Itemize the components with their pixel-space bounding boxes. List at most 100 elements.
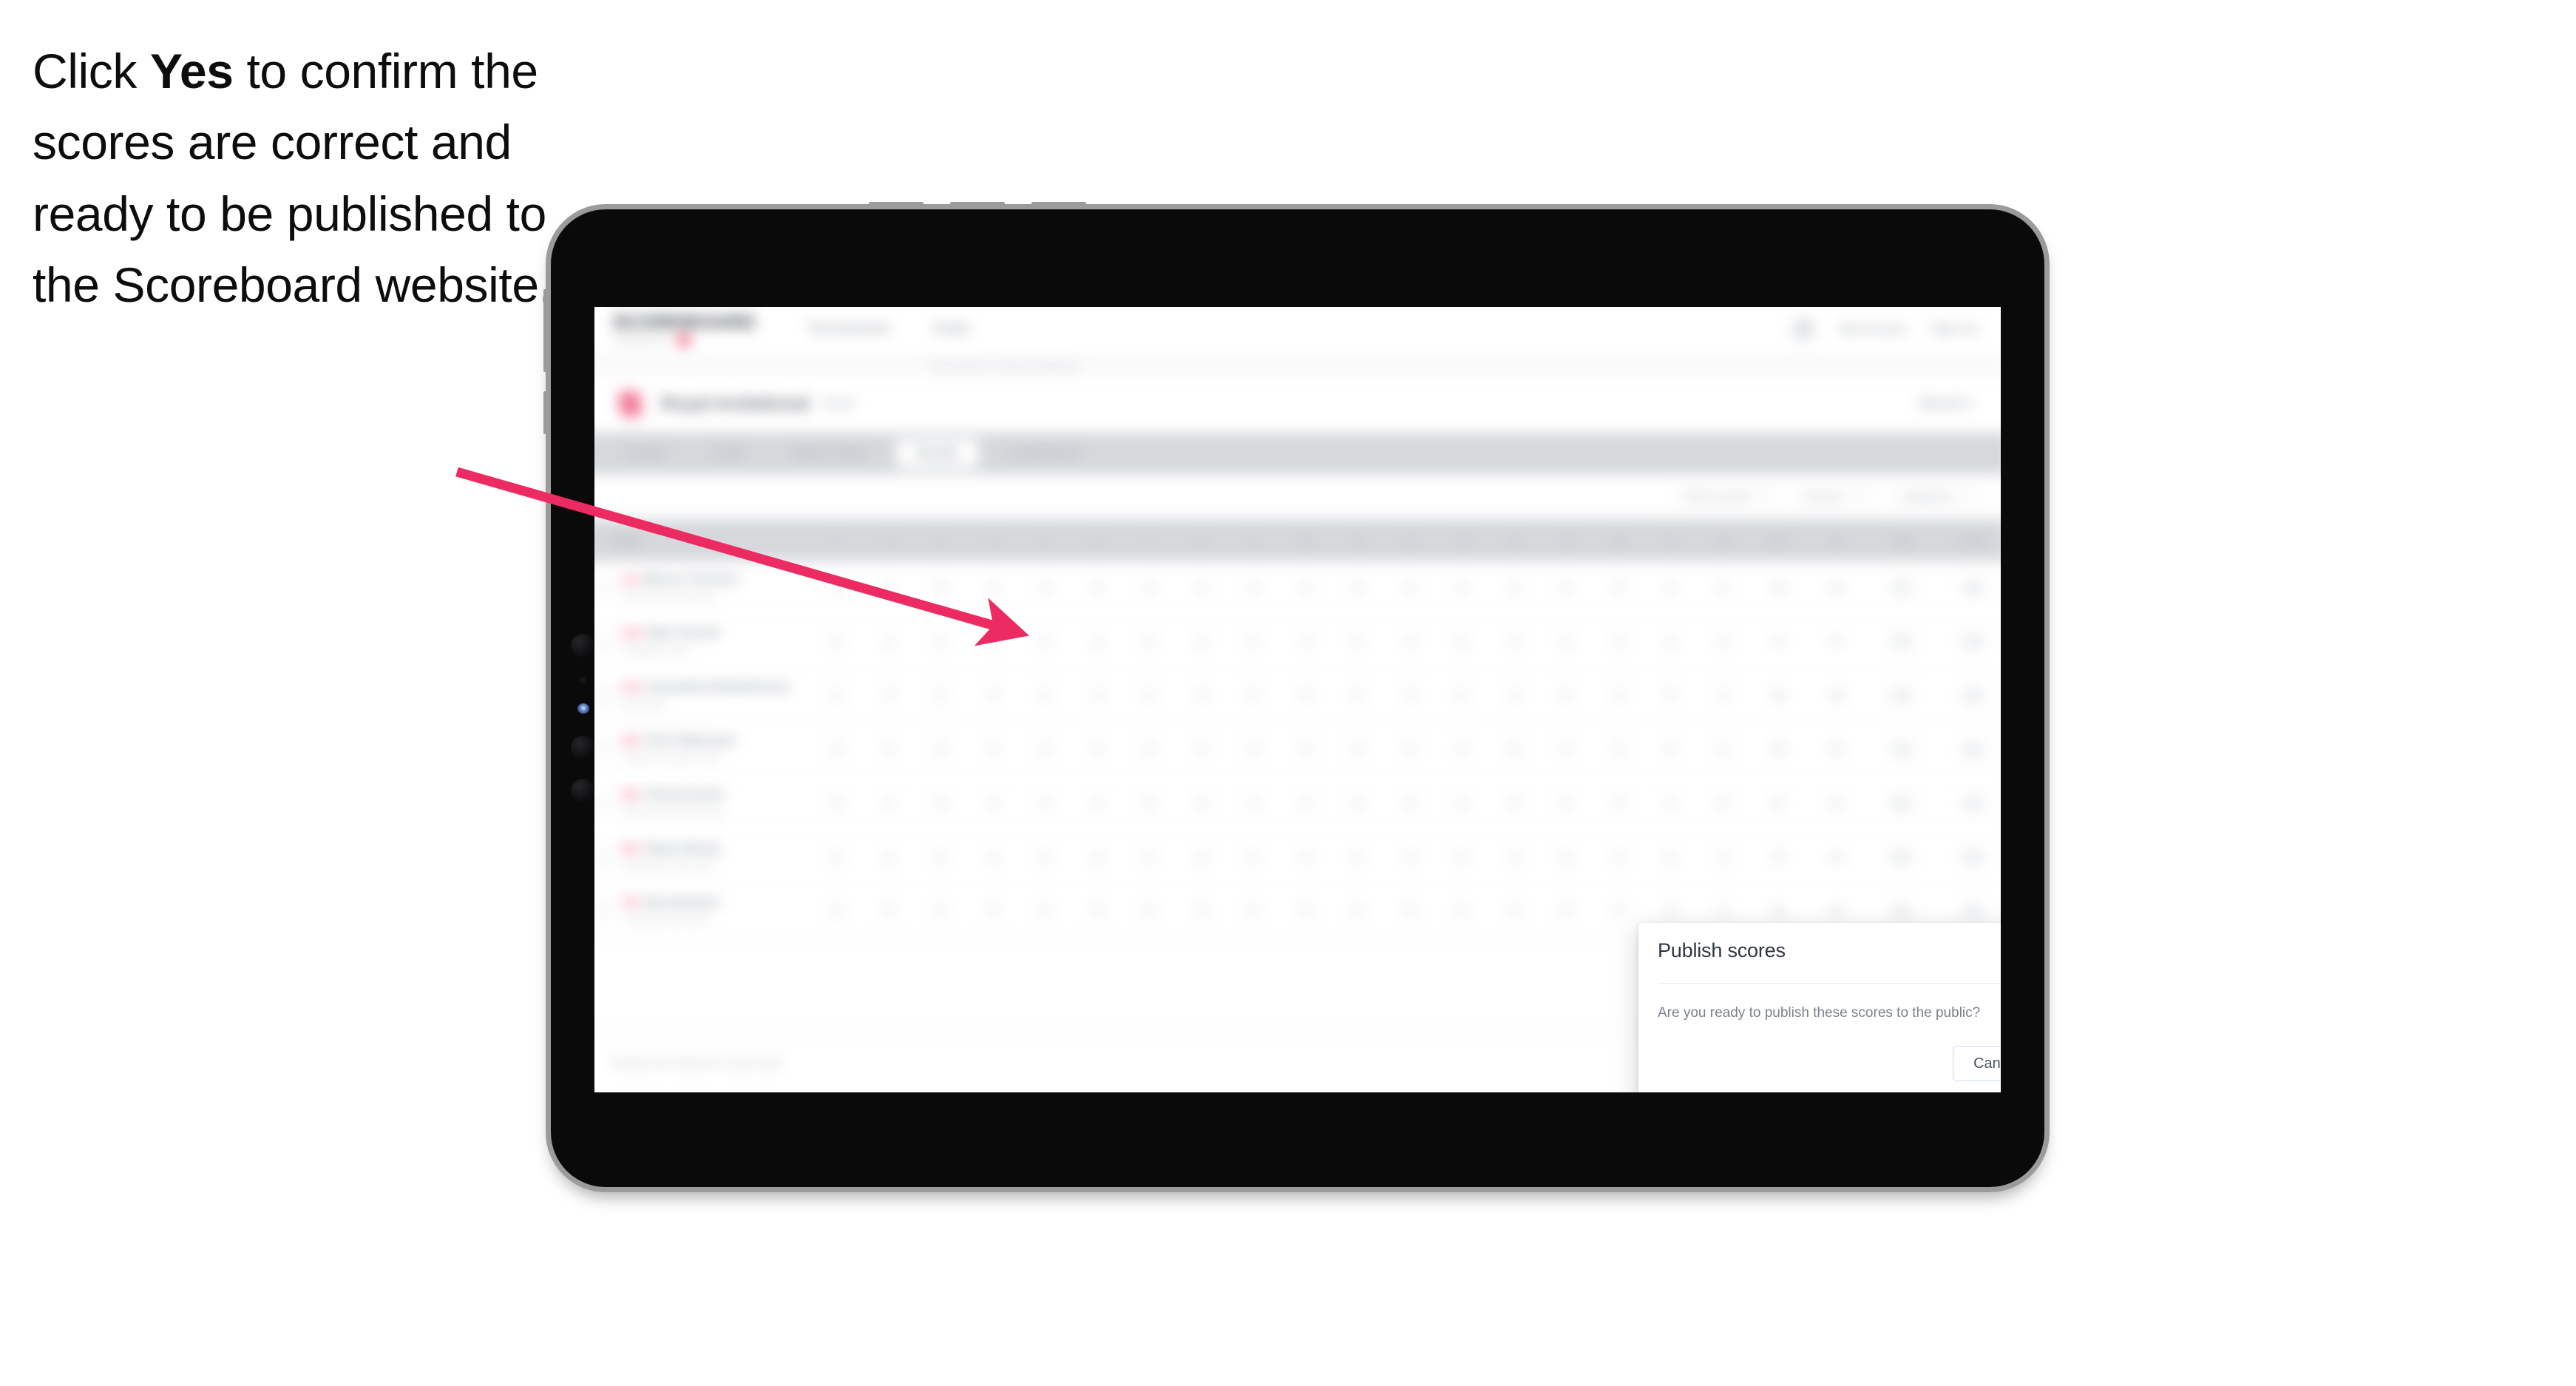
cell-hole-score[interactable]: 3 [1488,630,1541,653]
cell-hole-score[interactable]: 5 [1384,900,1437,922]
cell-hole-score[interactable]: 4 [915,738,967,760]
cell-hole-score[interactable]: 4 [1227,738,1280,760]
volume-down-button[interactable] [1031,202,1086,209]
cell-hole-score[interactable]: 5 [1071,738,1124,760]
cell-hole-score[interactable]: 5 [1227,846,1280,868]
tab-results[interactable]: Results [896,439,978,468]
cell-hole-score[interactable]: 5 [863,577,915,599]
cell-hole-score[interactable]: 5 [810,738,863,760]
cell-hole-score[interactable]: 5 [863,900,915,922]
cell-hole-score[interactable]: 5 [1123,900,1176,922]
cell-hole-score[interactable]: 5 [1123,792,1176,814]
nav-item-clubs[interactable]: Clubs [933,320,969,337]
cell-hole-score[interactable]: 5 [967,792,1020,814]
cell-hole-score[interactable]: 4 [1436,577,1488,599]
cell-hole-score[interactable]: 3 [1384,577,1437,599]
cell-hole-score[interactable]: 5 [1697,900,1749,922]
cell-hole-score[interactable]: 5 [1488,792,1541,814]
cell-hole-score[interactable]: 5 [1644,846,1697,868]
cell-hole-score[interactable]: 5 [1019,846,1071,868]
cell-hole-score[interactable]: 3 [1227,577,1280,599]
cell-hole-score[interactable]: 4 [1488,577,1541,599]
cell-hole-score[interactable]: 4 [1227,684,1280,707]
cell-hole-score[interactable]: 4 [1540,630,1593,653]
cell-hole-score[interactable]: 5 [1332,577,1384,599]
cell-hole-score[interactable]: 5 [810,846,863,868]
cell-hole-score[interactable]: 5 [1540,792,1593,814]
cell-hole-score[interactable]: 5 [1280,684,1332,707]
cell-hole-score[interactable]: 4 [1540,738,1593,760]
cell-hole-score[interactable]: 4 [1697,684,1749,707]
cell-hole-score[interactable]: 4 [1227,630,1280,653]
cell-hole-score[interactable]: 4 [863,630,915,653]
cell-hole-score[interactable]: 5 [1280,738,1332,760]
cell-hole-score[interactable]: 4 [1071,792,1124,814]
cell-hole-score[interactable]: 4 [967,846,1020,868]
cell-hole-score[interactable]: 5 [1436,630,1488,653]
cell-hole-score[interactable]: 4 [1123,846,1176,868]
cell-hole-score[interactable]: 4 [967,577,1020,599]
filter-team-select[interactable]: Filter by team [1672,484,1781,510]
cell-hole-score[interactable]: 4 [1176,738,1228,760]
cell-hole-score[interactable]: 5 [1332,738,1384,760]
cell-hole-score[interactable]: 4 [1071,630,1124,653]
cell-hole-score[interactable]: 5 [1123,630,1176,653]
cell-hole-score[interactable]: 4 [1332,684,1384,707]
cell-hole-score[interactable]: 4 [1593,738,1645,760]
table-row[interactable]: 4th Chris Waterman Ardmoor Country Club 5 5 4… [594,723,2001,777]
account-link[interactable]: My Account [1840,321,1905,336]
cell-hole-score[interactable]: 5 [915,846,967,868]
cell-hole-score[interactable]: 4 [810,684,863,707]
cell-hole-score[interactable]: 4 [967,738,1020,760]
cell-hole-score[interactable]: 5 [1593,846,1645,868]
cell-hole-score[interactable]: 5 [1436,846,1488,868]
cell-hole-score[interactable]: 6 [810,900,863,922]
cell-hole-score[interactable]: 5 [1071,577,1124,599]
cell-hole-score[interactable]: 4 [1019,738,1071,760]
cell-hole-score[interactable]: 4 [1697,738,1749,760]
cell-hole-score[interactable]: 4 [1593,630,1645,653]
tab-details[interactable]: Details [607,439,685,467]
cell-hole-score[interactable]: 5 [1540,684,1593,707]
cell-hole-score[interactable]: 3 [915,577,967,599]
cell-hole-score[interactable]: 5 [1227,900,1280,922]
cell-hole-score[interactable]: 5 [1176,684,1228,707]
cell-hole-score[interactable]: 4 [863,684,915,707]
cell-hole-score[interactable]: 4 [1332,630,1384,653]
brand-logo[interactable]: SCOREBOARD POWERED BY [613,313,755,345]
cell-hole-score[interactable]: 5 [1593,900,1645,922]
cell-hole-score[interactable]: 5 [1071,900,1124,922]
cell-hole-score[interactable]: 3 [1593,577,1645,599]
cell-hole-score[interactable]: 4 [1019,792,1071,814]
cell-hole-score[interactable]: 5 [863,738,915,760]
side-button-upper[interactable] [543,289,551,372]
cell-hole-score[interactable]: 5 [1384,792,1437,814]
cell-hole-score[interactable]: 4 [1280,577,1332,599]
cell-hole-score[interactable]: 4 [1384,738,1437,760]
row-checkbox[interactable] [596,687,614,704]
cell-hole-score[interactable]: 4 [967,684,1020,707]
row-checkbox[interactable] [596,633,614,650]
filter-round-select[interactable]: Round 1 [1794,484,1877,510]
cell-hole-score[interactable]: 4 [1697,577,1749,599]
cell-hole-score[interactable]: 5 [1540,846,1593,868]
cell-hole-score[interactable]: 5 [1280,900,1332,922]
table-row[interactable]: 3rd Cassandra Redmartinson Brae Park 4 4 5 4 4 4… [594,669,2001,723]
cell-hole-score[interactable]: 5 [1540,577,1593,599]
cell-hole-score[interactable]: 4 [1436,738,1488,760]
cell-hole-score[interactable]: 4 [1593,792,1645,814]
cell-hole-score[interactable]: 5 [915,792,967,814]
cell-hole-score[interactable]: 5 [1488,738,1541,760]
cell-hole-score[interactable]: 4 [1488,846,1541,868]
cell-hole-score[interactable]: 4 [1280,792,1332,814]
cell-hole-score[interactable]: 5 [1697,630,1749,653]
table-row[interactable]: 1st Marcus Torrance Rosemount Golf Club 4 5 3… [594,561,2001,615]
cell-hole-score[interactable]: 4 [1644,577,1697,599]
power-button[interactable] [869,202,923,209]
cell-hole-score[interactable]: 4 [1176,577,1228,599]
cell-hole-score[interactable]: 5 [1436,900,1488,922]
cell-hole-score[interactable]: 5 [1019,900,1071,922]
tab-leaderboard[interactable]: Leaderboard [989,439,1099,467]
cell-hole-score[interactable]: 4 [1384,630,1437,653]
cell-hole-score[interactable]: 5 [1332,900,1384,922]
